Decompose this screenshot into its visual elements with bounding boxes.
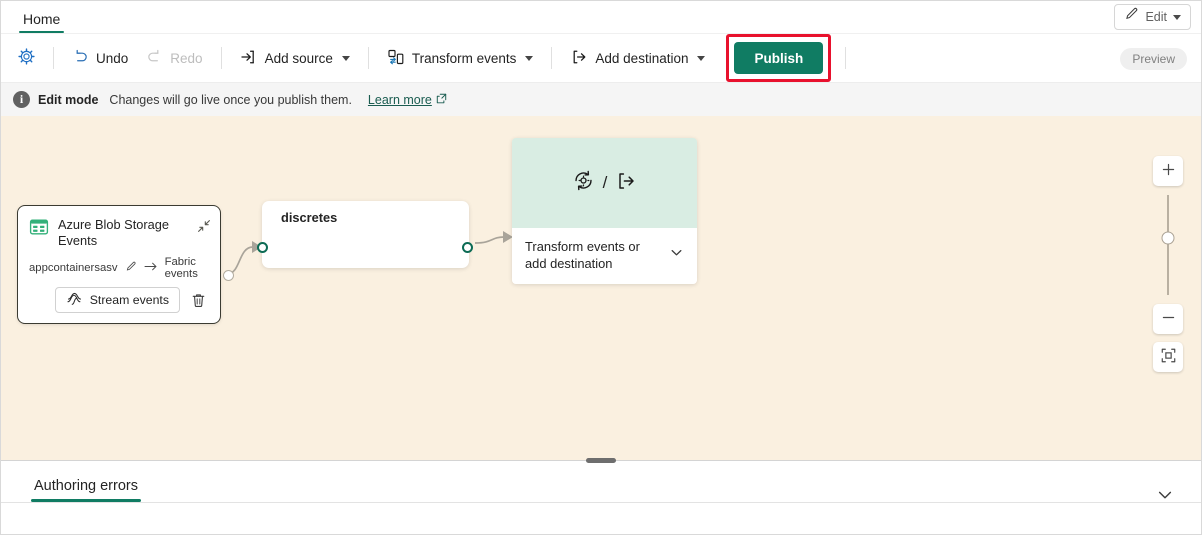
source-node-footer: Stream events bbox=[18, 287, 220, 323]
tab-authoring-errors[interactable]: Authoring errors bbox=[31, 478, 141, 502]
discretes-output-port[interactable] bbox=[462, 242, 473, 253]
node-transform-or-destination[interactable]: / Transform events or add destination bbox=[512, 138, 697, 284]
panel-resize-handle[interactable] bbox=[586, 457, 616, 463]
chevron-down-icon[interactable] bbox=[669, 245, 684, 265]
arrow-into-bracket-icon bbox=[240, 48, 258, 69]
transform-circular-icon bbox=[572, 169, 595, 197]
discretes-input-port[interactable] bbox=[257, 242, 268, 253]
node-discretes[interactable]: discretes bbox=[257, 201, 473, 268]
node-azure-blob-storage-events[interactable]: Azure Blob Storage Events appcontainersa… bbox=[17, 205, 234, 324]
info-icon: i bbox=[13, 91, 30, 108]
chevron-down-icon bbox=[1155, 491, 1175, 509]
info-bar-title: Edit mode bbox=[38, 92, 99, 107]
icon-separator: / bbox=[602, 173, 608, 192]
zoom-slider-track[interactable] bbox=[1161, 195, 1175, 295]
trash-icon[interactable] bbox=[188, 290, 209, 311]
edit-mode-label: Edit bbox=[1145, 10, 1167, 24]
tab-authoring-errors-label: Authoring errors bbox=[34, 478, 138, 494]
collapse-panel-button[interactable] bbox=[1151, 481, 1179, 514]
toolbar-divider bbox=[845, 47, 847, 69]
authoring-errors-panel: Authoring errors bbox=[1, 457, 1201, 534]
collapse-diagonal-icon[interactable] bbox=[197, 217, 211, 238]
stream-events-button[interactable]: Stream events bbox=[54, 287, 180, 313]
chevron-down-icon bbox=[525, 55, 534, 61]
external-link-icon bbox=[436, 93, 447, 107]
zoom-out-button[interactable] bbox=[1153, 304, 1183, 334]
canvas-zoom-controls bbox=[1153, 156, 1183, 372]
learn-more-link[interactable]: Learn more bbox=[368, 93, 447, 107]
source-meta-target: Fabric events bbox=[164, 256, 198, 280]
tab-home[interactable]: Home bbox=[19, 8, 65, 33]
chevron-down-icon bbox=[341, 55, 350, 61]
pencil-icon bbox=[1124, 7, 1139, 27]
learn-more-label: Learn more bbox=[367, 92, 432, 107]
destination-node-label: Transform events or add destination bbox=[525, 239, 640, 271]
source-node-title: Azure Blob Storage Events bbox=[58, 217, 169, 248]
toolbar-divider bbox=[551, 47, 553, 69]
zoom-in-button[interactable] bbox=[1153, 156, 1183, 186]
destination-node-icons: / bbox=[512, 138, 697, 228]
undo-arrow-icon bbox=[72, 48, 89, 68]
transform-events-button[interactable]: Transform events bbox=[378, 42, 543, 74]
pencil-icon[interactable] bbox=[125, 261, 137, 276]
add-source-button[interactable]: Add source bbox=[231, 42, 359, 74]
source-node-meta: appcontainersasv Fabric events bbox=[18, 253, 220, 287]
toolbar-divider bbox=[220, 47, 222, 69]
source-output-port[interactable] bbox=[223, 270, 234, 281]
info-bar-message: Changes will go live once you publish th… bbox=[109, 92, 352, 107]
minus-icon bbox=[1161, 310, 1176, 328]
add-source-label: Add source bbox=[264, 50, 333, 66]
fit-to-screen-button[interactable] bbox=[1153, 342, 1183, 372]
command-toolbar: Undo Redo Add source Transform events Ad… bbox=[1, 33, 1201, 82]
bottom-tab-active-indicator bbox=[31, 499, 141, 502]
redo-label: Redo bbox=[170, 50, 203, 66]
undo-label: Undo bbox=[96, 50, 129, 66]
add-destination-label: Add destination bbox=[595, 50, 689, 66]
arrow-out-of-bracket-icon bbox=[570, 48, 588, 69]
eventstream-editor-window: Home Edit Undo Redo Add source Transform… bbox=[0, 0, 1202, 535]
ribbon-tab-bar: Home Edit bbox=[1, 1, 1201, 33]
arrow-right-icon bbox=[144, 261, 158, 275]
azure-blob-storage-icon bbox=[29, 217, 49, 242]
publish-button[interactable]: Publish bbox=[734, 42, 824, 74]
edit-mode-info-bar: i Edit mode Changes will go live once yo… bbox=[1, 82, 1201, 116]
eventstream-canvas[interactable]: Azure Blob Storage Events appcontainersa… bbox=[1, 116, 1201, 460]
bottom-panel-tabs: Authoring errors bbox=[1, 461, 1201, 503]
redo-button[interactable]: Redo bbox=[137, 42, 211, 74]
toolbar-divider bbox=[53, 47, 54, 69]
settings-button[interactable] bbox=[9, 42, 44, 74]
source-node-header: Azure Blob Storage Events bbox=[18, 206, 220, 253]
stream-events-label: Stream events bbox=[89, 293, 169, 307]
zoom-slider-thumb[interactable] bbox=[1161, 231, 1175, 245]
tab-home-label: Home bbox=[23, 11, 61, 27]
stream-icon bbox=[66, 291, 83, 309]
arrow-out-of-bracket-icon bbox=[615, 170, 637, 197]
transform-icon bbox=[387, 48, 405, 69]
redo-arrow-icon bbox=[146, 48, 163, 68]
chevron-down-icon bbox=[1173, 14, 1181, 20]
transform-events-label: Transform events bbox=[411, 50, 517, 66]
discretes-node-label: discretes bbox=[281, 210, 338, 225]
gear-icon bbox=[17, 47, 36, 69]
add-destination-button[interactable]: Add destination bbox=[561, 42, 714, 74]
source-meta-name: appcontainersasv bbox=[29, 262, 118, 274]
preview-badge: Preview bbox=[1120, 48, 1187, 70]
undo-button[interactable]: Undo bbox=[63, 42, 137, 74]
toolbar-divider bbox=[367, 47, 369, 69]
chevron-down-icon bbox=[697, 55, 706, 61]
destination-node-footer[interactable]: Transform events or add destination bbox=[512, 228, 697, 284]
edit-mode-button[interactable]: Edit bbox=[1114, 4, 1191, 30]
plus-icon bbox=[1161, 162, 1176, 180]
publish-button-highlight: Publish bbox=[726, 34, 832, 82]
fit-screen-icon bbox=[1160, 347, 1177, 367]
